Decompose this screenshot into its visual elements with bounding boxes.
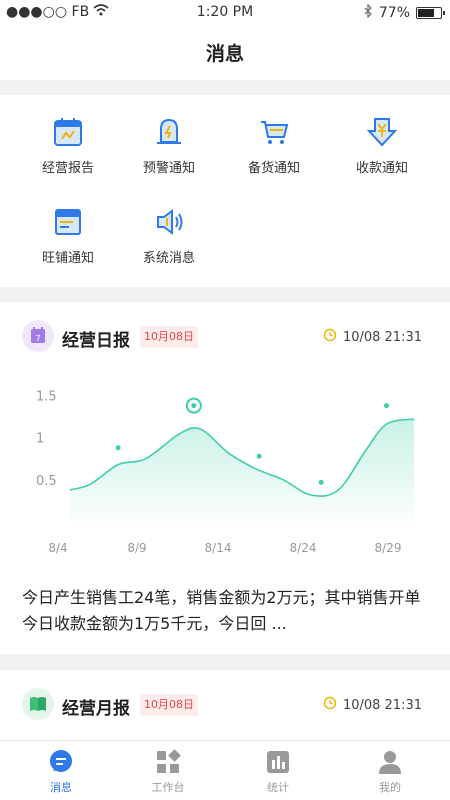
menu-item-store-notice[interactable]: 旺铺通知: [12, 205, 124, 266]
yuan-download-icon: [365, 115, 399, 149]
daily-report-card[interactable]: 7 经营日报 10月08日 10/08 21:31 1.5 1 0.5 8/4 8/9…: [0, 302, 450, 654]
bar-chart-icon: [265, 749, 291, 775]
data-point[interactable]: [256, 453, 262, 459]
tab-label: 工作台: [151, 781, 185, 794]
report-calendar-icon: [51, 115, 85, 149]
x-tick-label: 8/14: [205, 541, 232, 555]
menu-label: 系统消息: [142, 251, 195, 266]
report-time-text: 10/08 21:31: [342, 697, 422, 713]
cart-icon: [257, 115, 291, 149]
menu-label: 预警通知: [142, 161, 195, 176]
menu-label: 收款通知: [355, 161, 408, 176]
data-point[interactable]: [383, 403, 389, 409]
tab-profile[interactable]: 我的: [334, 749, 446, 795]
bottom-tab-bar: 消息 工作台 统计 我的: [0, 740, 450, 800]
tab-workbench[interactable]: 工作台: [112, 749, 224, 795]
menu-item-alert-notice[interactable]: 预警通知: [113, 115, 225, 176]
menu-label: 经营报告: [41, 161, 94, 176]
daily-report-header: 7 经营日报 10月08日 10/08 21:31: [22, 318, 422, 354]
user-icon: [377, 749, 403, 775]
report-time: 10/08 21:31: [323, 328, 422, 346]
menu-label: 备货通知: [247, 161, 300, 176]
data-point[interactable]: [318, 479, 324, 485]
clock-icon: [323, 696, 337, 714]
x-tick-label: 8/4: [48, 541, 67, 555]
clock-icon: [323, 328, 337, 346]
tab-label: 消息: [50, 781, 72, 794]
y-tick-label: 1: [36, 432, 44, 447]
menu-item-payment-notice[interactable]: 收款通知: [326, 115, 438, 176]
tab-messages[interactable]: 消息: [5, 749, 117, 795]
date-tag: 10月08日: [140, 326, 198, 348]
report-time-text: 10/08 21:31: [342, 329, 422, 345]
speaker-icon: [152, 205, 186, 239]
svg-text:7: 7: [35, 334, 40, 343]
x-tick-label: 8/24: [290, 541, 317, 555]
date-tag: 10月08日: [140, 694, 198, 716]
alert-bell-icon: [152, 115, 186, 149]
store-icon: [51, 205, 85, 239]
monthly-report-card[interactable]: 经营月报 10月08日 10/08 21:31: [0, 670, 450, 750]
monthly-report-header: 经营月报 10月08日 10/08 21:31: [22, 686, 422, 722]
status-bar: ●●●○○ FB 1:20 PM 77%: [0, 0, 450, 24]
y-tick-label: 1.5: [36, 389, 57, 404]
x-tick-label: 8/29: [375, 541, 402, 555]
notification-menu: 经营报告 预警通知 备货通知 收款通知 旺铺通知 系统消息: [0, 95, 450, 287]
menu-item-business-report[interactable]: 经营报告: [12, 115, 124, 176]
bluetooth-icon: [363, 3, 373, 22]
tab-label: 我的: [379, 781, 401, 794]
book-badge-icon: [22, 688, 54, 720]
chart-area: [70, 419, 414, 522]
tab-label: 统计: [267, 781, 289, 794]
y-tick-label: 0.5: [36, 474, 57, 489]
x-tick-label: 8/9: [127, 541, 146, 555]
battery-icon: [416, 7, 445, 19]
tab-statistics[interactable]: 统计: [222, 749, 334, 795]
calendar-badge-icon: 7: [22, 320, 54, 352]
monthly-report-title: 经营月报: [62, 699, 130, 719]
daily-report-title: 经营日报: [62, 331, 130, 351]
daily-sales-chart: 1.5 1 0.5 8/4 8/9 8/14 8/24 8/29: [36, 389, 415, 555]
data-point[interactable]: [115, 445, 121, 451]
report-time: 10/08 21:31: [323, 696, 422, 714]
menu-label: 旺铺通知: [41, 251, 94, 266]
menu-item-system-message[interactable]: 系统消息: [113, 205, 225, 266]
battery-percent: 77%: [378, 5, 410, 21]
menu-item-stock-notice[interactable]: 备货通知: [218, 115, 330, 176]
chat-bubble-icon: [48, 749, 74, 775]
grid-icon: [155, 749, 181, 775]
daily-summary-text: 今日产生销售工24笔，销售金额为2万元；其中销售开单今日收款金额为1万5千元，今…: [22, 588, 421, 633]
data-point[interactable]: [191, 403, 197, 409]
page-title: 消息: [0, 24, 450, 80]
